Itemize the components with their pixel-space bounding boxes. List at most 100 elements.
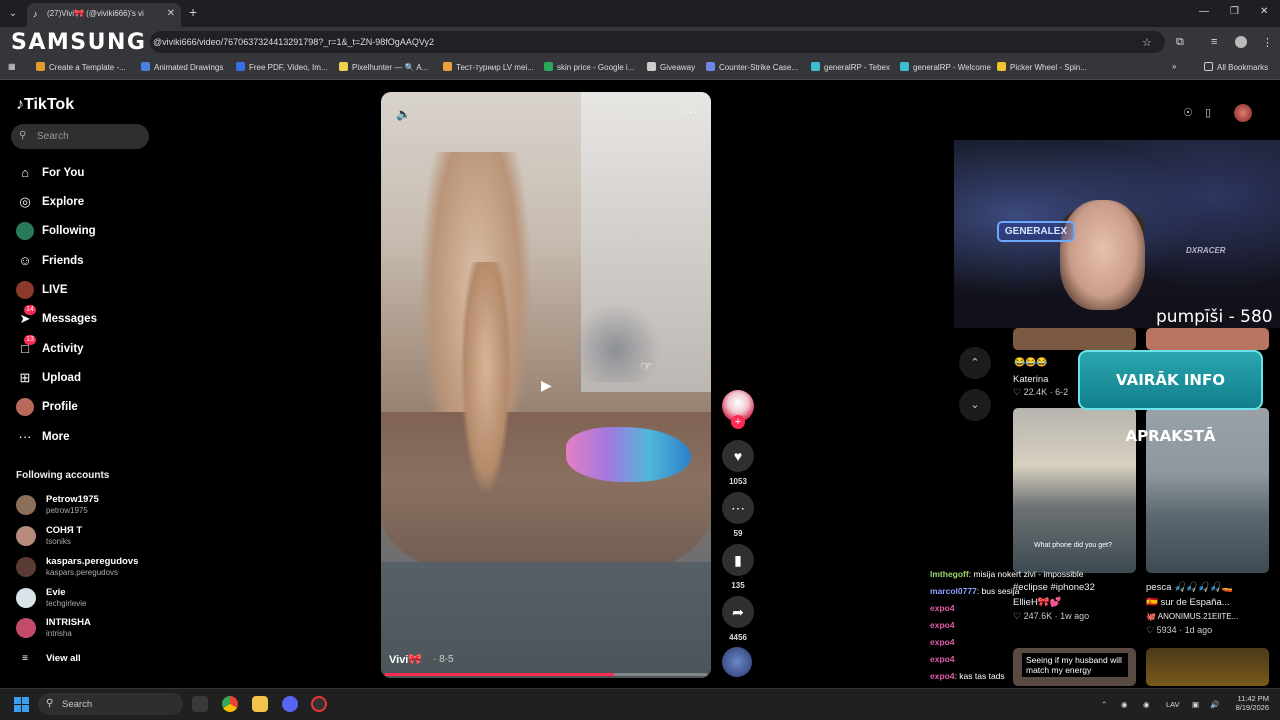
comment-icon[interactable]: ⋯ (722, 492, 754, 524)
feed-card-thumbnail[interactable] (1146, 328, 1269, 350)
bookmark-item[interactable]: generalRP - Tebex (811, 62, 890, 72)
account-avatar[interactable] (16, 618, 36, 638)
new-tab-icon[interactable]: + (189, 4, 197, 20)
video-progress-bar[interactable] (385, 673, 707, 676)
account-name[interactable]: INTRISHA (46, 617, 91, 628)
bookmark-item[interactable]: skin price - Google i... (544, 62, 634, 72)
bookmark-item[interactable]: Giveaway (647, 62, 695, 72)
volume-icon[interactable]: 🔊 (1210, 700, 1219, 709)
sidebar-item-friends[interactable]: Friends (42, 255, 84, 267)
feed-card-thumbnail[interactable] (1146, 648, 1269, 686)
feed-card-stats: ♡ 247.6K · 1w ago (1013, 611, 1090, 621)
network-icon[interactable]: ▣ (1192, 700, 1199, 709)
sidebar-item-messages[interactable]: Messages (42, 313, 97, 325)
sidebar-item-following[interactable]: Following (42, 225, 96, 237)
task-view-icon[interactable] (192, 696, 208, 712)
apps-grid-icon[interactable]: ▦ (8, 62, 16, 71)
previous-video-chevron-up-icon[interactable]: ⌃ (959, 347, 991, 379)
bookmark-item[interactable]: Counter-Strike Case... (706, 62, 798, 72)
heart-outline-icon: ♡ (1013, 611, 1024, 621)
language-indicator[interactable]: LAV (1166, 700, 1180, 709)
feed-card-thumbnail[interactable] (1013, 328, 1136, 350)
video-more-options-icon[interactable]: ··· (683, 104, 699, 119)
feed-card-overlay-text: Seeing if my husband will match my energ… (1022, 653, 1128, 677)
chat-message: expo4: kas tas tads (930, 671, 1005, 681)
url-text[interactable]: @viviki666/video/7670637324413291798?_r=… (153, 37, 434, 47)
sidebar-item-live[interactable]: LIVE (42, 284, 68, 296)
account-name[interactable]: СОНЯ Т (46, 525, 82, 536)
sidebar-item-explore[interactable]: Explore (42, 196, 84, 208)
tray-app-icon[interactable]: ◉ (1143, 700, 1150, 709)
bookmark-icon[interactable]: ▮ (722, 544, 754, 576)
share-arrow-icon[interactable]: ➦ (722, 596, 754, 628)
feed-card-title[interactable]: pesca 🎣🎣🎣🎣🚤 (1146, 582, 1233, 593)
account-name[interactable]: kaspars.peregudovs (46, 556, 138, 567)
tray-overflow-icon[interactable]: ⌃ (1101, 700, 1107, 709)
chat-text: : kas tas tads (954, 671, 1005, 681)
feed-card-author[interactable]: 🇪🇸 sur de España... (1146, 597, 1230, 608)
next-video-chevron-down-icon[interactable]: ⌄ (959, 389, 991, 421)
sidebar-item-profile[interactable]: Profile (42, 401, 78, 413)
taskbar-search[interactable] (38, 693, 183, 715)
feed-card-author[interactable]: EllieH🎀💕 (1013, 597, 1061, 608)
maximize-icon[interactable]: ❐ (1230, 6, 1239, 17)
extensions-icon[interactable]: ⧉ (1176, 36, 1184, 49)
bookmark-item[interactable]: Pixelhunter — 🔍 A... (339, 62, 428, 72)
chat-message: Imthegoff: misija nokert zivi - impossib… (930, 569, 1084, 579)
feed-card-author[interactable]: 🐙 ANONIMUS.21ElITE... (1146, 612, 1238, 621)
bookmark-item[interactable]: Create a Template -... (36, 62, 126, 72)
chrome-icon[interactable] (222, 696, 238, 712)
windows-start-icon[interactable] (14, 697, 29, 712)
browser-tab[interactable]: ♪ (27)Vivi🎀 (@viviki666)'s vi ✕ (27, 3, 181, 27)
browser-menu-icon[interactable]: ⋮ (1262, 36, 1273, 49)
account-avatar[interactable] (16, 526, 36, 546)
profile-avatar-icon[interactable] (1235, 36, 1247, 48)
file-explorer-icon[interactable] (252, 696, 268, 712)
sidebar-item-activity[interactable]: Activity (42, 343, 84, 355)
more-bookmarks-icon[interactable]: » (1172, 62, 1176, 71)
video-author[interactable]: Vivi🎀 (389, 653, 422, 666)
live-avatar-icon: ● (16, 281, 34, 299)
bookmark-item[interactable]: generalRP - Welcome (900, 62, 991, 72)
floor (381, 562, 711, 678)
window-close-icon[interactable]: ✕ (1260, 6, 1268, 17)
account-avatar[interactable] (16, 588, 36, 608)
account-name[interactable]: Petrow1975 (46, 494, 99, 505)
search-input[interactable] (11, 124, 149, 149)
bookmark-item[interactable]: Free PDF, Video, Im... (236, 62, 328, 72)
discord-icon[interactable] (282, 696, 298, 712)
bookmark-star-icon[interactable]: ☆ (1142, 36, 1152, 49)
tray-app-icon[interactable]: ◉ (1121, 700, 1128, 709)
sidebar-item-for-you[interactable]: For You (42, 167, 84, 179)
recording-app-icon[interactable] (311, 696, 327, 712)
bookmark-label: Free PDF, Video, Im... (249, 63, 328, 72)
bookmark-item[interactable]: Тест-турнир LV mei... (443, 62, 534, 72)
bookmark-item[interactable]: Animated Drawings (141, 62, 223, 72)
account-avatar[interactable] (16, 557, 36, 577)
music-disc-icon[interactable] (722, 647, 752, 677)
user-avatar[interactable] (1234, 104, 1252, 122)
like-heart-icon[interactable]: ♥ (722, 440, 754, 472)
volume-muted-icon[interactable]: 🔈 (396, 107, 411, 121)
mobile-device-icon[interactable]: ▯ (1205, 106, 1211, 119)
view-all-link[interactable]: View all (46, 653, 81, 664)
tiktok-logo[interactable]: ♪TikTok (16, 96, 74, 114)
feed-card-author[interactable]: Katerina (1013, 374, 1048, 385)
discover-compass-icon[interactable]: ☉ (1183, 106, 1193, 119)
follow-plus-icon[interactable]: + (731, 415, 745, 429)
sidebar-item-upload[interactable]: Upload (42, 372, 81, 384)
following-avatar-icon: ● (16, 222, 34, 240)
bookmark-item[interactable]: Picker Wheel - Spin... (997, 62, 1087, 72)
tab-search-chevron-icon[interactable]: ⌄ (5, 6, 21, 22)
account-avatar[interactable] (16, 495, 36, 515)
feed-card-title[interactable]: #eclipse #iphone32 (1013, 582, 1095, 593)
close-tab-icon[interactable]: ✕ (167, 3, 175, 25)
minimize-icon[interactable]: — (1199, 6, 1209, 17)
sidebar-item-more[interactable]: More (42, 431, 69, 443)
clock[interactable]: 11:42 PM 8/19/2026 (1229, 694, 1269, 712)
account-name[interactable]: Evie (46, 587, 66, 598)
media-controls-icon[interactable]: ≡ (1211, 36, 1217, 48)
play-icon[interactable]: ▶ (541, 377, 552, 394)
compass-icon: ◎ (19, 194, 31, 209)
all-bookmarks-folder[interactable]: All Bookmarks (1204, 62, 1268, 72)
